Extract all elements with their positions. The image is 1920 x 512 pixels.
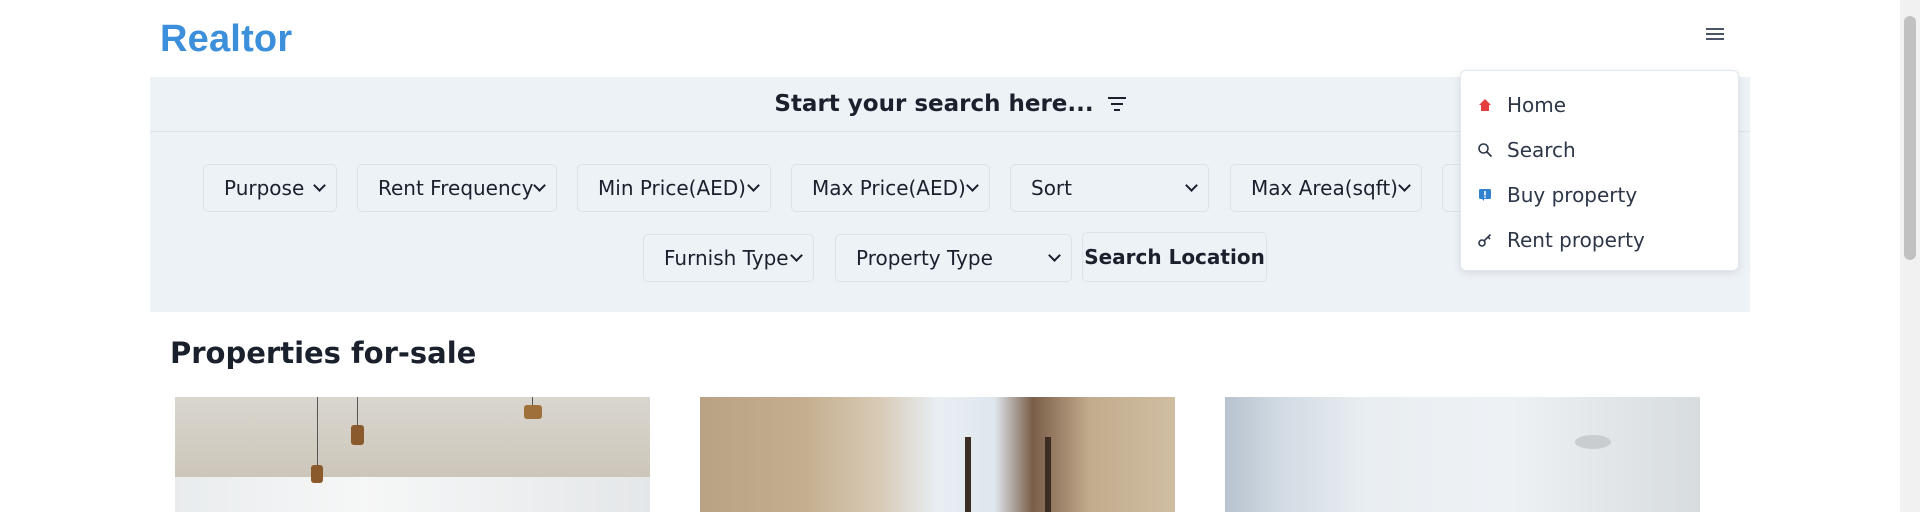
menu-item-label: Rent property <box>1507 228 1645 252</box>
brand-logo[interactable]: Realtor <box>160 18 292 61</box>
rent-frequency-select[interactable]: Rent Frequency <box>357 164 557 212</box>
chevron-down-icon <box>966 179 979 192</box>
menu-item-search[interactable]: Search <box>1461 129 1738 171</box>
furnish-type-select[interactable]: Furnish Type <box>643 234 814 282</box>
home-icon <box>1479 99 1491 111</box>
window-light <box>175 477 650 512</box>
menu-item-rent-property[interactable]: Rent property <box>1461 219 1738 261</box>
search-title: Start your search here... <box>774 91 1094 117</box>
max-area-select[interactable]: Max Area(sqft) <box>1230 164 1422 212</box>
menu-item-label: Buy property <box>1507 183 1638 207</box>
max-area-select-label: Max Area(sqft) <box>1251 176 1398 200</box>
chevron-down-icon <box>1398 179 1411 192</box>
property-type-select-label: Property Type <box>856 246 993 270</box>
chevron-down-icon <box>790 249 803 262</box>
search-location-button[interactable]: Search Location <box>1082 232 1267 282</box>
sort-select-label: Sort <box>1031 176 1072 200</box>
search-icon <box>1478 143 1493 158</box>
chevron-down-icon <box>1048 249 1061 262</box>
sort-select[interactable]: Sort <box>1010 164 1209 212</box>
min-price-select-label: Min Price(AED) <box>598 176 746 200</box>
property-card-image[interactable] <box>1225 397 1700 512</box>
hamburger-menu-icon[interactable] <box>1706 25 1724 45</box>
info-badge-icon <box>1479 189 1491 201</box>
chevron-down-icon <box>1185 179 1198 192</box>
property-type-select[interactable]: Property Type <box>835 234 1072 282</box>
menu-item-buy-property[interactable]: Buy property <box>1461 174 1738 216</box>
max-price-select-label: Max Price(AED) <box>812 176 966 200</box>
section-title: Properties for-sale <box>170 336 477 370</box>
min-price-select[interactable]: Min Price(AED) <box>577 164 771 212</box>
property-card-image[interactable] <box>175 397 650 512</box>
rent-frequency-select-label: Rent Frequency <box>378 176 534 200</box>
chevron-down-icon <box>313 179 326 192</box>
chevron-down-icon <box>533 179 546 192</box>
max-price-select[interactable]: Max Price(AED) <box>791 164 990 212</box>
menu-item-label: Search <box>1507 138 1576 162</box>
property-card-image[interactable] <box>700 397 1175 512</box>
menu-item-label: Home <box>1507 93 1567 117</box>
purpose-select-label: Purpose <box>224 176 305 200</box>
key-icon <box>1478 233 1492 247</box>
menu-item-home[interactable]: Home <box>1461 84 1738 126</box>
nav-dropdown-menu: Home Search Buy property Rent property <box>1460 70 1739 271</box>
page-scrollbar[interactable] <box>1900 0 1920 512</box>
chevron-down-icon <box>747 179 760 192</box>
furnish-type-select-label: Furnish Type <box>664 246 789 270</box>
purpose-select[interactable]: Purpose <box>203 164 337 212</box>
scrollbar-thumb[interactable] <box>1904 16 1916 260</box>
filter-icon <box>1107 97 1126 111</box>
